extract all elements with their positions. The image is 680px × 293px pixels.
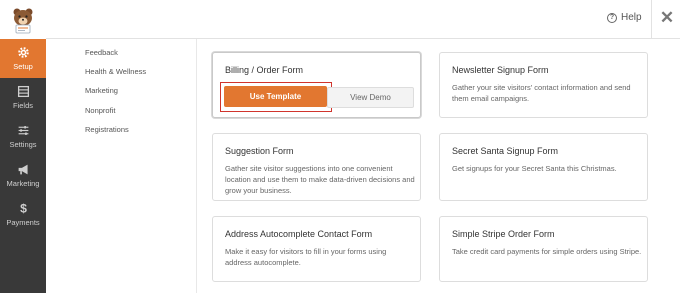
template-card-address-autocomplete[interactable]: Address Autocomplete Contact Form Make i… <box>212 216 421 282</box>
sidebar-item-settings[interactable]: Settings <box>0 117 46 156</box>
builder-sidebar: Setup Fields Settings Marketing $ Paymen… <box>0 39 46 293</box>
template-title: Billing / Order Form <box>225 65 304 75</box>
template-categories: Feedback Health & Wellness Marketing Non… <box>64 39 197 293</box>
category-nonprofit[interactable]: Nonprofit <box>85 106 115 115</box>
category-marketing[interactable]: Marketing <box>85 86 118 95</box>
template-description: Gather your site visitors' contact infor… <box>452 83 631 103</box>
gear-icon <box>17 47 29 58</box>
template-description: Make it easy for visitors to fill in you… <box>225 247 387 267</box>
category-feedback[interactable]: Feedback <box>85 48 118 57</box>
sidebar-item-label: Setup <box>13 62 33 71</box>
sidebar-item-fields[interactable]: Fields <box>0 78 46 117</box>
dollar-icon: $ <box>20 202 27 215</box>
template-card-newsletter-signup[interactable]: Newsletter Signup Form Gather your site … <box>439 52 648 118</box>
view-demo-button[interactable]: View Demo <box>327 87 414 108</box>
fields-icon <box>17 85 29 98</box>
svg-text:$: $ <box>20 202 27 215</box>
template-card-billing-order[interactable]: Billing / Order Form Use Template View D… <box>212 52 421 118</box>
sidebar-item-label: Fields <box>12 101 33 110</box>
megaphone-icon <box>18 164 28 175</box>
wpforms-logo <box>0 0 46 39</box>
sidebar-item-label: Payments <box>6 218 40 227</box>
use-template-button[interactable]: Use Template <box>224 86 327 107</box>
template-title: Address Autocomplete Contact Form <box>225 229 373 239</box>
sidebar-item-setup[interactable]: Setup <box>0 39 46 78</box>
category-registrations[interactable]: Registrations <box>85 125 129 134</box>
template-title: Secret Santa Signup Form <box>452 146 559 156</box>
template-description: Take credit card payments for simple ord… <box>452 247 642 256</box>
top-bar-divider <box>651 0 652 39</box>
sidebar-item-label: Settings <box>9 140 37 149</box>
sidebar-item-marketing[interactable]: Marketing <box>0 156 46 195</box>
category-health-wellness[interactable]: Health & Wellness <box>85 67 146 76</box>
close-icon: ✕ <box>659 8 675 27</box>
highlight-box: Use Template <box>220 82 332 112</box>
help-icon: ? <box>607 12 617 23</box>
template-card-secret-santa[interactable]: Secret Santa Signup Form Get signups for… <box>439 133 648 201</box>
help-label: Help <box>621 12 642 23</box>
template-card-suggestion[interactable]: Suggestion Form Gather site visitor sugg… <box>212 133 421 201</box>
sliders-icon <box>18 126 28 135</box>
template-card-simple-stripe[interactable]: Simple Stripe Order Form Take credit car… <box>439 216 648 282</box>
close-button[interactable]: ✕ <box>658 8 676 28</box>
template-title: Simple Stripe Order Form <box>452 229 555 239</box>
template-title: Newsletter Signup Form <box>452 65 549 75</box>
top-bar: ? Help ✕ <box>0 0 680 39</box>
sidebar-item-label: Marketing <box>6 179 40 188</box>
bear-mascot-icon <box>13 8 33 33</box>
help-link[interactable]: ? Help <box>607 12 642 23</box>
sidebar-item-payments[interactable]: $ Payments <box>0 195 46 234</box>
template-description: Get signups for your Secret Santa this C… <box>452 164 617 173</box>
template-title: Suggestion Form <box>225 146 294 156</box>
template-description: Gather site visitor suggestions into one… <box>225 164 415 195</box>
